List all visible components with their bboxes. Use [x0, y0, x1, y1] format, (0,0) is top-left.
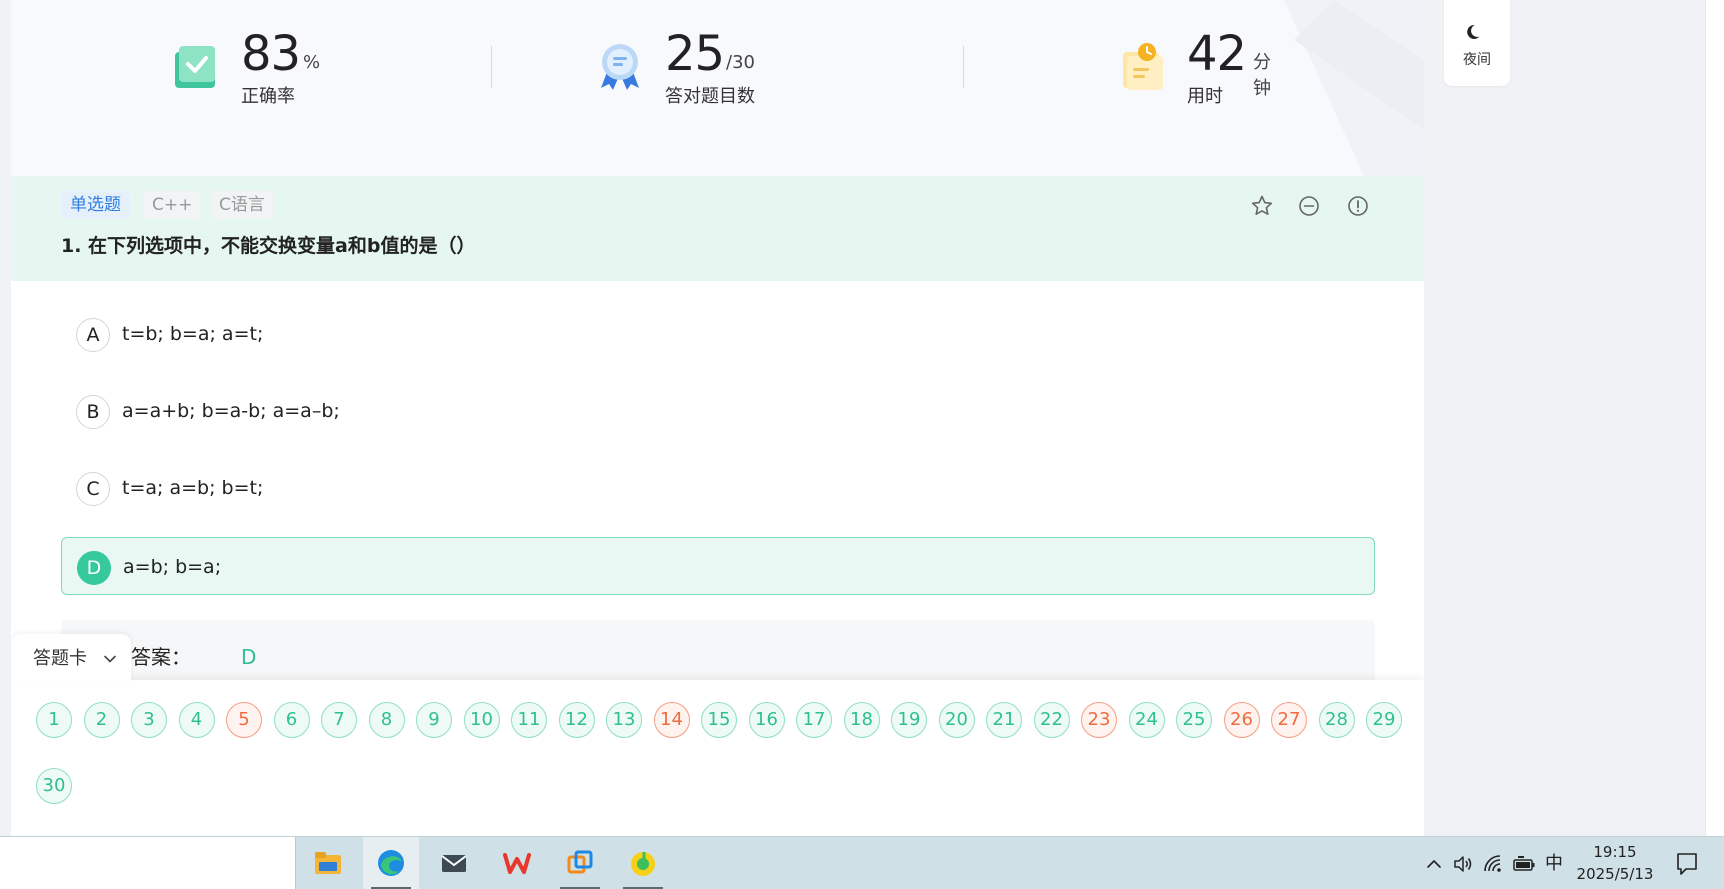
- question-number-13[interactable]: 13: [606, 702, 642, 738]
- network-icon[interactable]: [1482, 853, 1504, 875]
- question-header: 单选题 C++ C语言 1. 在下列选项中，不能交换变量a和b值的是（）: [11, 176, 1424, 281]
- question-tag: C++: [144, 191, 201, 219]
- correct-count-value: 25: [665, 26, 725, 82]
- question-number-24[interactable]: 24: [1128, 702, 1165, 738]
- question-number-16[interactable]: 16: [748, 702, 785, 738]
- option-a[interactable]: A t=b; b=a; a=t;: [61, 305, 1375, 363]
- answer-card-panel: 1 2 3 4 5 6 7 8 9 10 11 12 13 14 15 16 17 18 19 20 21 22 23 24 2…: [11, 680, 1424, 836]
- question-number-8[interactable]: 8: [368, 702, 405, 738]
- battery-icon[interactable]: [1512, 853, 1536, 875]
- answer-label: 答案：: [131, 645, 191, 669]
- taskbar-app-file-explorer[interactable]: [300, 837, 356, 889]
- music-app-icon: [631, 852, 655, 876]
- clock-date: 2025/5/13: [1576, 865, 1654, 883]
- correct-count-label: 答对题目数: [665, 86, 755, 107]
- chevron-up-icon[interactable]: [1425, 853, 1443, 875]
- option-c[interactable]: C t=a; a=b; b=t;: [61, 459, 1375, 517]
- option-letter: B: [76, 395, 110, 429]
- option-text: t=a; a=b; b=t;: [122, 477, 264, 499]
- question-number-25[interactable]: 25: [1176, 702, 1212, 738]
- question-number-30[interactable]: 30: [36, 768, 72, 804]
- question-number-23[interactable]: 23: [1081, 702, 1117, 738]
- answer-card-toggle[interactable]: 答题卡: [11, 634, 131, 684]
- report-icon[interactable]: [1346, 194, 1370, 218]
- wps-office-icon: [503, 853, 531, 874]
- option-b[interactable]: B a=a+b; b=a-b; a=a–b;: [61, 382, 1375, 440]
- taskbar-app-edge[interactable]: [363, 837, 419, 889]
- question-number-27[interactable]: 27: [1271, 702, 1307, 738]
- question-number-22[interactable]: 22: [1033, 702, 1070, 738]
- question-number-21[interactable]: 21: [986, 702, 1022, 738]
- quiz-result-panel: 83 % 正确率 25 /30 答对题目数 42 分钟 用时 单选题 C++ C…: [11, 0, 1424, 836]
- star-icon[interactable]: [1250, 194, 1274, 218]
- stat-divider: [963, 46, 964, 88]
- option-text: a=b; b=a;: [123, 556, 222, 578]
- question-number-1[interactable]: 1: [36, 702, 72, 738]
- question-number-15[interactable]: 15: [701, 702, 737, 738]
- night-mode-label: 夜间: [1463, 52, 1491, 68]
- option-letter: D: [77, 551, 111, 585]
- taskbar-app-wps[interactable]: [489, 837, 545, 889]
- accuracy-label: 正确率: [241, 86, 295, 107]
- question-number-12[interactable]: 12: [558, 702, 595, 738]
- taskbar-app-mail[interactable]: [426, 837, 482, 889]
- moon-icon: [1467, 24, 1480, 39]
- volume-icon[interactable]: [1452, 853, 1474, 875]
- question-number-26[interactable]: 26: [1223, 702, 1260, 738]
- minus-circle-icon[interactable]: [1297, 194, 1321, 218]
- scrollbar[interactable]: [1705, 0, 1724, 836]
- taskbar-clock[interactable]: 19:15 2025/5/13: [1560, 841, 1670, 885]
- notification-icon[interactable]: [1675, 851, 1699, 877]
- edge-browser-icon: [378, 850, 404, 876]
- question-number-18[interactable]: 18: [843, 702, 880, 738]
- answer-card-label: 答题卡: [33, 648, 87, 669]
- night-mode-button[interactable]: 夜间: [1444, 0, 1510, 86]
- check-book-icon: [175, 46, 215, 88]
- question-number-14[interactable]: 14: [653, 702, 690, 738]
- correct-count-total: /30: [726, 52, 755, 73]
- time-used-value: 42: [1187, 26, 1247, 82]
- option-d[interactable]: D a=b; b=a;: [61, 537, 1375, 595]
- option-text: a=a+b; b=a-b; a=a–b;: [122, 400, 340, 422]
- window-manager-icon: [567, 850, 593, 874]
- question-number-19[interactable]: 19: [891, 702, 927, 738]
- file-explorer-icon: [315, 852, 341, 874]
- mail-icon: [441, 855, 467, 872]
- taskbar: 中 19:15 2025/5/13: [0, 836, 1724, 889]
- answer-value: D: [241, 645, 257, 669]
- question-number-11[interactable]: 11: [511, 702, 547, 738]
- question-title: 1. 在下列选项中，不能交换变量a和b值的是（）: [61, 235, 476, 257]
- question-number-10[interactable]: 10: [463, 702, 500, 738]
- time-used-label: 用时: [1187, 86, 1223, 107]
- option-text: t=b; b=a; a=t;: [122, 323, 264, 345]
- question-number-7[interactable]: 7: [321, 702, 357, 738]
- stat-divider: [491, 46, 492, 88]
- question-tag: C语言: [211, 191, 273, 219]
- accuracy-value: 83: [241, 26, 301, 82]
- question-type-tag: 单选题: [62, 191, 129, 219]
- question-number-4[interactable]: 4: [178, 702, 215, 738]
- option-letter: A: [76, 318, 110, 352]
- result-stats-bar: 83 % 正确率 25 /30 答对题目数 42 分钟 用时: [11, 0, 1424, 176]
- chevron-down-icon: [104, 655, 116, 663]
- question-number-9[interactable]: 9: [416, 702, 452, 738]
- taskbar-search-box[interactable]: [0, 837, 296, 889]
- accuracy-unit: %: [303, 52, 321, 73]
- question-number-2[interactable]: 2: [83, 702, 120, 738]
- option-letter: C: [76, 472, 110, 506]
- question-number-28[interactable]: 28: [1318, 702, 1355, 738]
- question-number-6[interactable]: 6: [273, 702, 310, 738]
- taskbar-app-music[interactable]: [615, 837, 671, 889]
- question-number-3[interactable]: 3: [131, 702, 167, 738]
- question-number-5[interactable]: 5: [226, 702, 262, 738]
- question-number-20[interactable]: 20: [938, 702, 975, 738]
- question-number-17[interactable]: 17: [796, 702, 832, 738]
- clock-time: 19:15: [1593, 843, 1637, 861]
- taskbar-app-window-manager[interactable]: [552, 837, 608, 889]
- time-used-unit: 分钟: [1253, 52, 1271, 99]
- award-medal-icon: [601, 44, 639, 90]
- clock-clipboard-icon: [1123, 43, 1163, 90]
- question-number-29[interactable]: 29: [1366, 702, 1402, 738]
